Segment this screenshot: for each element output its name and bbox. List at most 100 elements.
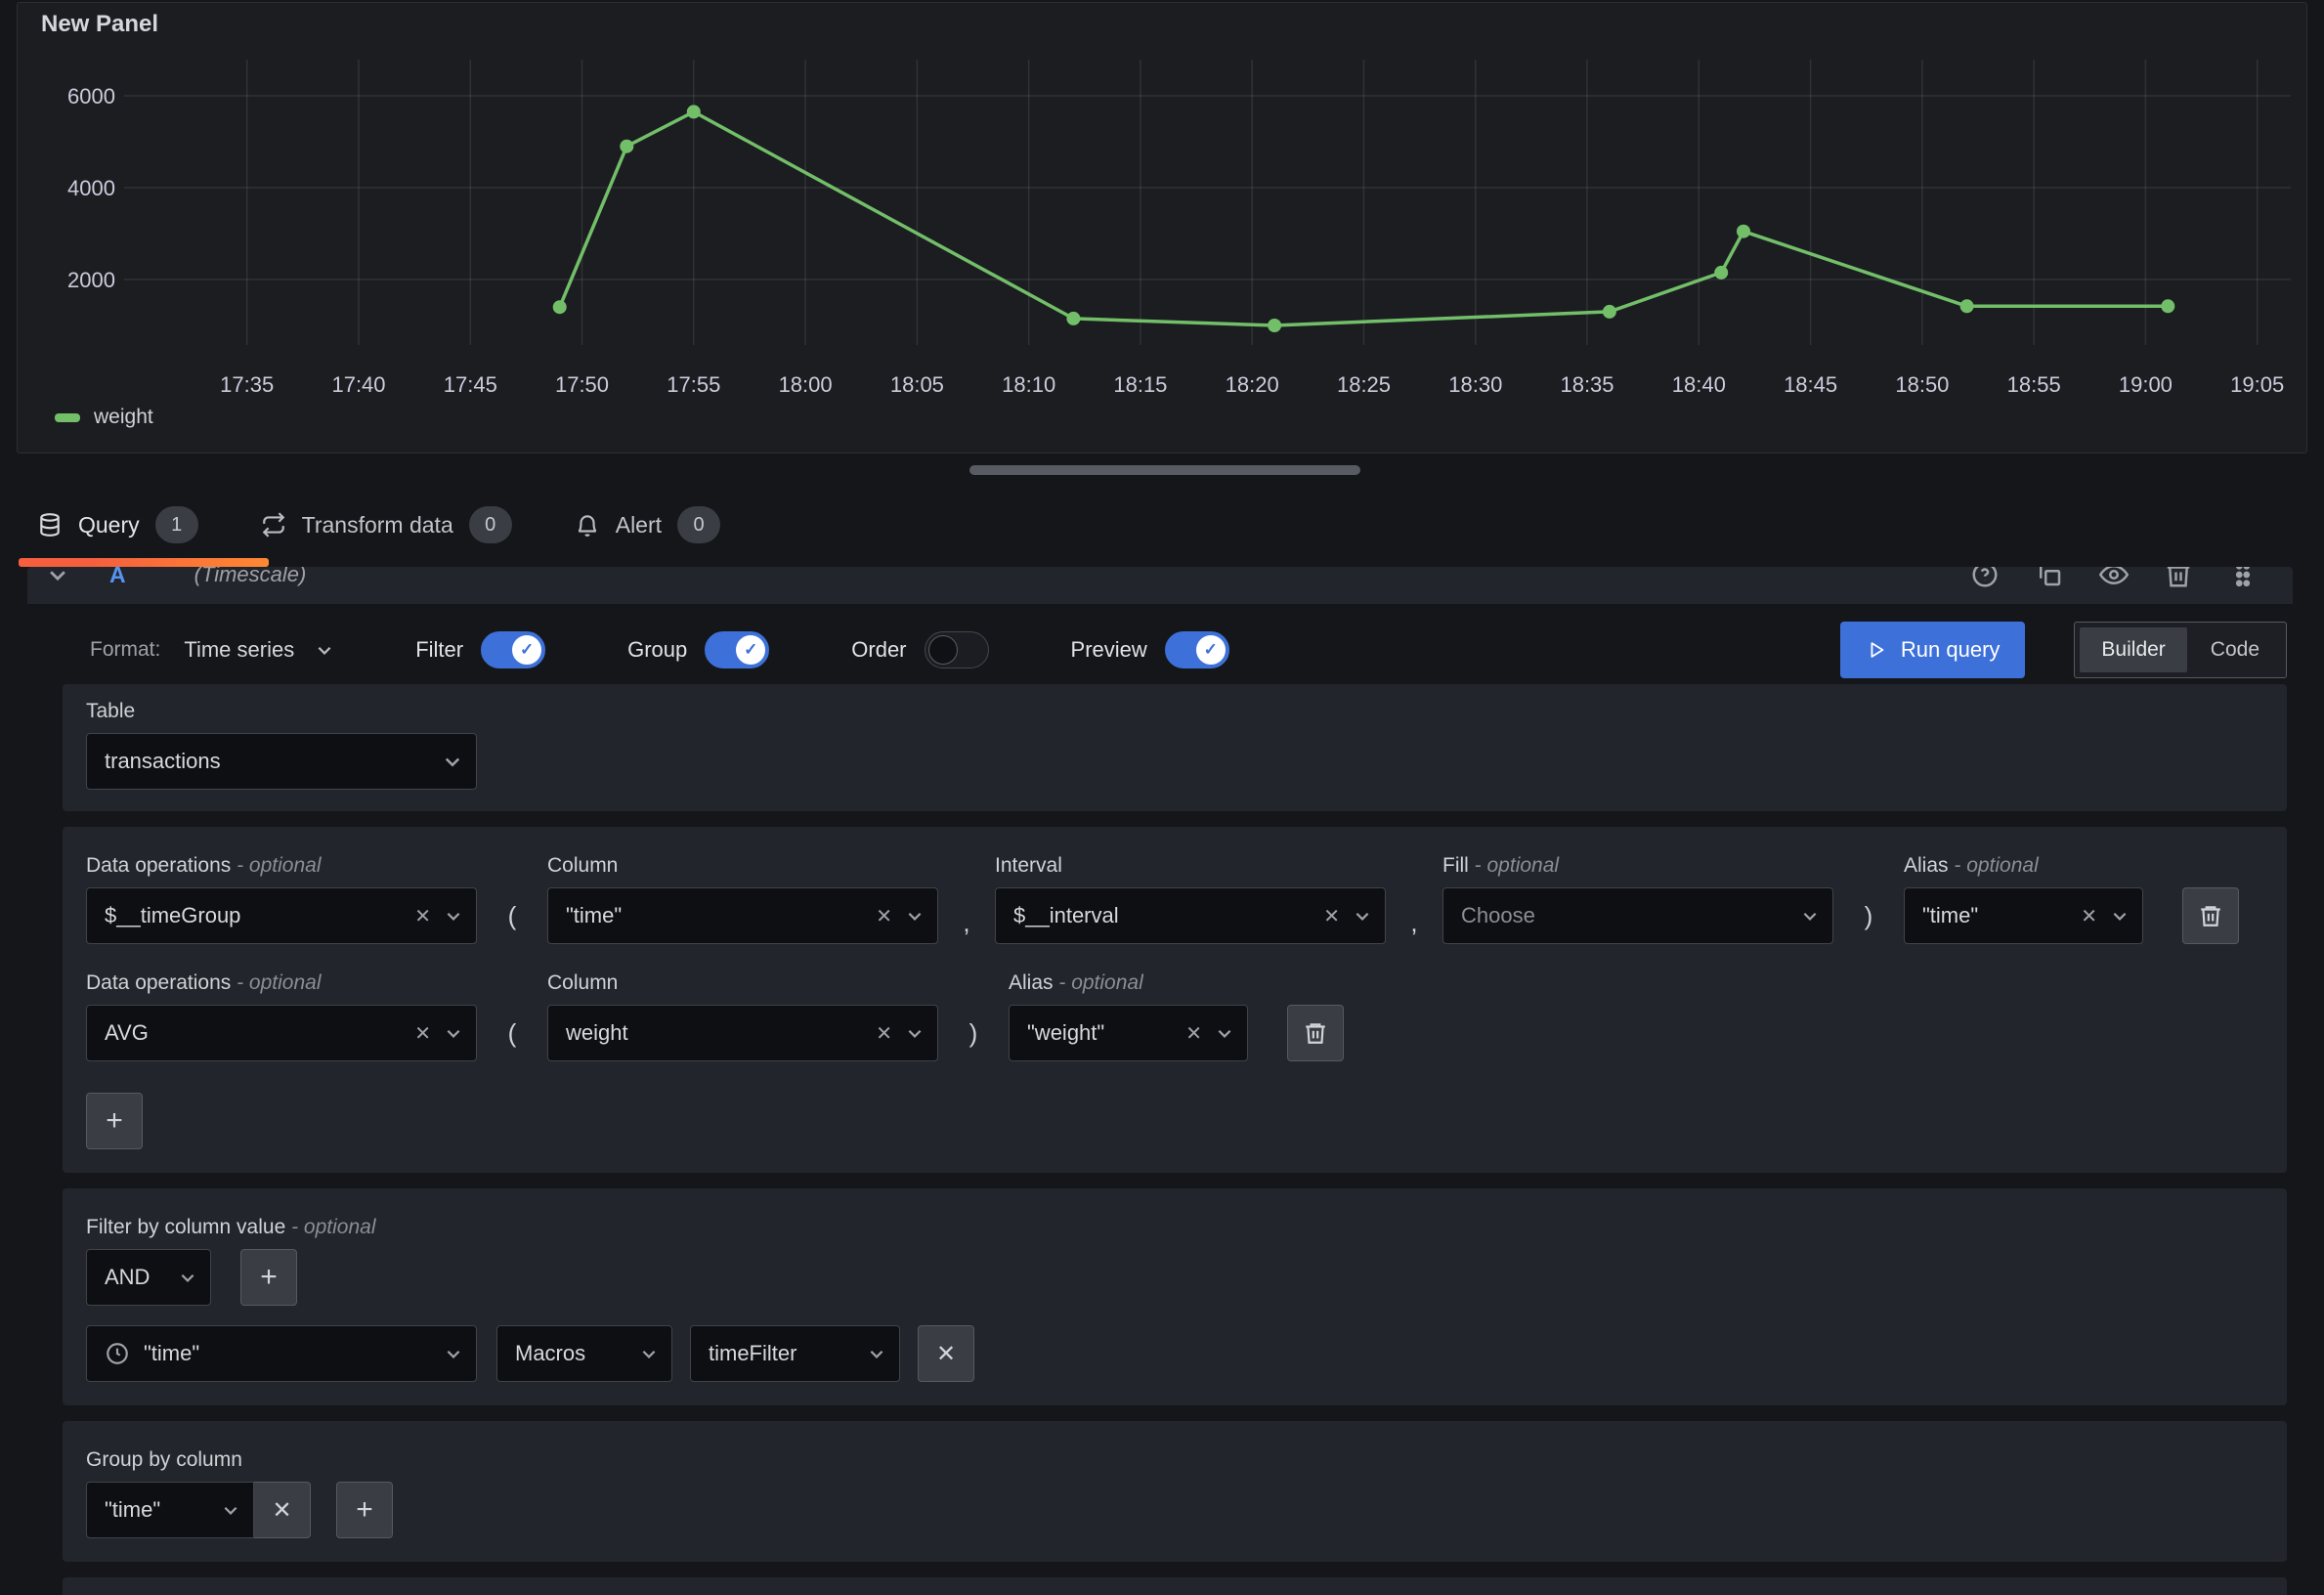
filter-column-select[interactable]: "time" xyxy=(86,1325,477,1382)
chevron-down-icon xyxy=(222,1501,239,1519)
clear-icon[interactable]: ✕ xyxy=(1185,1021,1202,1046)
plus-icon: + xyxy=(356,1493,373,1527)
remove-filter-button[interactable]: ✕ xyxy=(918,1325,974,1382)
filter-category-select[interactable]: Macros xyxy=(496,1325,672,1382)
chevron-down-icon xyxy=(906,1024,924,1042)
svg-text:17:50: 17:50 xyxy=(555,372,609,397)
add-group-by-button[interactable]: + xyxy=(336,1482,393,1538)
clear-icon[interactable]: ✕ xyxy=(876,1021,892,1046)
tab-transform-badge: 0 xyxy=(469,506,512,543)
data-operation-select[interactable]: AVG ✕ xyxy=(86,1005,477,1061)
copy-icon[interactable] xyxy=(2035,567,2064,589)
svg-text:18:10: 18:10 xyxy=(1002,372,1055,397)
table-label: Table xyxy=(86,700,2263,725)
group-by-label: Group by column xyxy=(86,1448,2263,1474)
filter-section: Filter by column value - optional AND + … xyxy=(63,1188,2287,1405)
svg-text:18:35: 18:35 xyxy=(1560,372,1614,397)
clock-icon xyxy=(105,1341,130,1366)
tab-alert[interactable]: Alert 0 xyxy=(543,495,752,555)
mode-builder[interactable]: Builder xyxy=(2080,627,2186,672)
chevron-down-icon xyxy=(1801,907,1819,925)
column-select[interactable]: weight ✕ xyxy=(547,1005,938,1061)
filter-operator-select[interactable]: AND xyxy=(86,1249,211,1306)
run-query-button[interactable]: Run query xyxy=(1840,622,2026,678)
bell-icon xyxy=(575,512,600,538)
fill-select[interactable]: Choose xyxy=(1442,887,1833,944)
chart-legend[interactable]: weight xyxy=(55,406,153,429)
format-value: Time series xyxy=(184,637,294,663)
clear-icon[interactable]: ✕ xyxy=(414,904,431,928)
chevron-down-icon xyxy=(445,907,462,925)
filter-toggle[interactable]: ✓ xyxy=(481,631,545,668)
tab-query-label: Query xyxy=(78,512,140,539)
select-row-weight: Data operations - optional AVG ✕ ( Colum… xyxy=(86,971,2263,1061)
chevron-down-icon[interactable] xyxy=(47,567,68,585)
trash-icon[interactable] xyxy=(2164,567,2193,589)
group-toggle-group: Group ✓ xyxy=(627,631,769,668)
tab-alert-label: Alert xyxy=(616,512,662,539)
svg-text:18:20: 18:20 xyxy=(1226,372,1279,397)
database-icon xyxy=(37,512,63,538)
panel-title: New Panel xyxy=(41,11,158,38)
svg-text:18:40: 18:40 xyxy=(1672,372,1726,397)
datasource-note: (Timescale) xyxy=(194,567,307,587)
order-toggle[interactable]: ✓ xyxy=(925,631,989,668)
chevron-down-icon xyxy=(179,1269,196,1286)
drag-handle-icon[interactable] xyxy=(2228,567,2258,589)
panel-resize-handle[interactable] xyxy=(969,465,1360,475)
tab-transform-data[interactable]: Transform data 0 xyxy=(230,495,543,555)
group-by-column-select[interactable]: "time" xyxy=(86,1482,254,1538)
help-icon[interactable] xyxy=(1970,567,2000,589)
plus-icon: + xyxy=(106,1104,123,1138)
chevron-down-icon xyxy=(1216,1024,1233,1042)
order-toggle-label: Order xyxy=(851,637,906,663)
alias-select[interactable]: "weight" ✕ xyxy=(1009,1005,1248,1061)
filter-toggle-group: Filter ✓ xyxy=(415,631,545,668)
active-tab-underline xyxy=(19,558,269,567)
svg-text:17:40: 17:40 xyxy=(331,372,385,397)
remove-column-button[interactable] xyxy=(1287,1005,1344,1061)
trash-icon xyxy=(1303,1020,1328,1046)
query-row-header[interactable]: A (Timescale) xyxy=(27,567,2293,604)
close-icon: ✕ xyxy=(936,1340,956,1368)
preview-toggle-group: Preview ✓ xyxy=(1071,631,1229,668)
query-toolbar: Format: Time series Filter ✓ Group ✓ Ord… xyxy=(63,622,2287,678)
chevron-down-icon xyxy=(1354,907,1371,925)
preview-toggle[interactable]: ✓ xyxy=(1165,631,1229,668)
svg-text:18:15: 18:15 xyxy=(1113,372,1167,397)
format-select[interactable]: Time series xyxy=(184,637,333,663)
svg-text:18:00: 18:00 xyxy=(779,372,833,397)
tab-query[interactable]: Query 1 xyxy=(0,495,230,555)
eye-icon[interactable] xyxy=(2099,567,2129,589)
filter-macro-select[interactable]: timeFilter xyxy=(690,1325,900,1382)
clear-icon[interactable]: ✕ xyxy=(1323,904,1340,928)
filter-toggle-label: Filter xyxy=(415,637,463,663)
svg-text:2000: 2000 xyxy=(67,268,115,292)
clear-icon[interactable]: ✕ xyxy=(876,904,892,928)
comma: , xyxy=(1386,887,1442,944)
clear-icon[interactable]: ✕ xyxy=(2081,904,2097,928)
svg-text:18:30: 18:30 xyxy=(1448,372,1502,397)
preview-toggle-label: Preview xyxy=(1071,637,1147,663)
chevron-down-icon xyxy=(640,1345,658,1362)
add-column-button[interactable]: + xyxy=(86,1093,143,1149)
svg-text:18:45: 18:45 xyxy=(1784,372,1837,397)
remove-group-by-button[interactable]: ✕ xyxy=(254,1482,311,1538)
group-toggle[interactable]: ✓ xyxy=(705,631,769,668)
alias-select[interactable]: "time" ✕ xyxy=(1904,887,2143,944)
data-operation-select[interactable]: $__timeGroup ✕ xyxy=(86,887,477,944)
group-by-section: Group by column "time" ✕ + xyxy=(63,1421,2287,1562)
mode-code[interactable]: Code xyxy=(2189,627,2281,672)
column-select[interactable]: "time" ✕ xyxy=(547,887,938,944)
table-select[interactable]: transactions xyxy=(86,733,477,790)
filter-operator-row: AND + xyxy=(86,1249,2263,1306)
clear-icon[interactable]: ✕ xyxy=(414,1021,431,1046)
svg-text:17:55: 17:55 xyxy=(667,372,720,397)
interval-select[interactable]: $__interval ✕ xyxy=(995,887,1386,944)
tab-transform-label: Transform data xyxy=(302,512,453,539)
legend-label[interactable]: weight xyxy=(94,406,153,429)
svg-text:18:50: 18:50 xyxy=(1895,372,1949,397)
add-filter-button[interactable]: + xyxy=(240,1249,297,1306)
remove-column-button[interactable] xyxy=(2182,887,2239,944)
plus-icon: + xyxy=(260,1261,278,1294)
